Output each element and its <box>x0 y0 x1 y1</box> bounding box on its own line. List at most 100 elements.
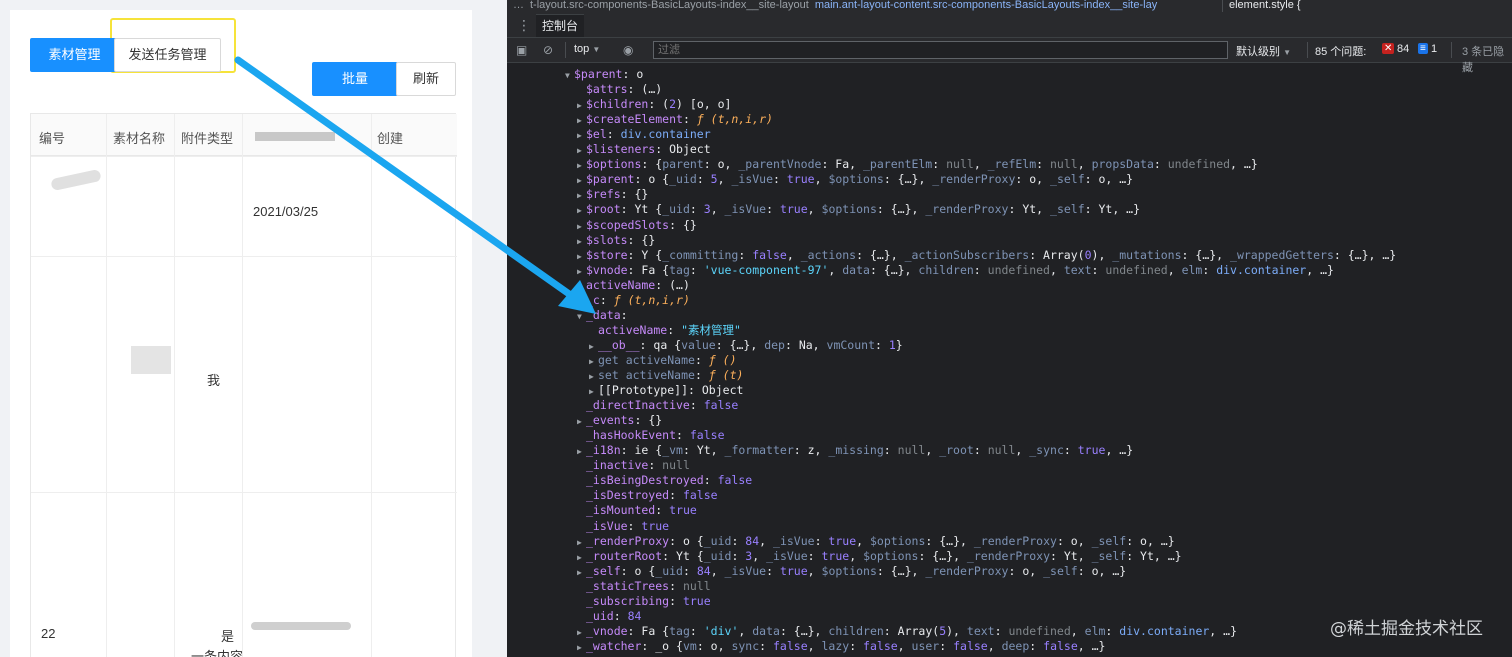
col-divider <box>174 114 175 657</box>
collapsed-triangle-icon[interactable]: ▶ <box>577 535 586 550</box>
console-object-property[interactable]: ▶ set activeName: ƒ (t) <box>589 368 743 383</box>
console-object-property[interactable]: ▶ $scopedSlots: {} <box>577 218 697 233</box>
console-object-property[interactable]: ▶ $options: {parent: o, _parentVnode: Fa,… <box>577 157 1258 172</box>
app-panel: 素材管理 发送任务管理 批量 刷新 编号 素材名称 附件类型 创建 2021/0… <box>0 0 507 657</box>
chevron-down-icon: ▼ <box>1283 48 1291 57</box>
property-key: $options <box>586 157 642 172</box>
console-object-property[interactable]: ▶ _c: ƒ (t,n,i,r) <box>577 293 690 308</box>
property-value: {parent: o, _parentVnode: Fa, _parentElm… <box>655 157 1258 172</box>
eye-icon[interactable]: ◉ <box>623 43 633 57</box>
property-value: false <box>682 488 718 503</box>
redaction-mark <box>50 168 102 192</box>
collapsed-triangle-icon[interactable]: ▶ <box>577 188 586 203</box>
console-object-property[interactable]: ▶ _watcher: _o {vm: o, sync: false, lazy:… <box>577 639 1105 654</box>
context-selector[interactable]: top ▼ <box>574 43 600 55</box>
collapsed-triangle-icon[interactable]: ▶ <box>589 369 598 384</box>
more-options-icon[interactable]: ⋮ <box>517 17 531 34</box>
log-level-selector[interactable]: 默认级别 ▼ <box>1236 43 1291 59</box>
console-object-property[interactable]: ▶ _i18n: ie {_vm: Yt, _formatter: z, _mis… <box>577 443 1133 458</box>
property-key: $el <box>586 127 607 142</box>
collapsed-triangle-icon[interactable]: ▶ <box>589 384 598 399</box>
console-object-property[interactable]: ▶ [[Prototype]]: Object <box>589 383 743 398</box>
material-table: 编号 素材名称 附件类型 创建 2021/03/25 我 22 是 一条内容 <box>30 113 457 657</box>
collapsed-triangle-icon[interactable]: ▶ <box>577 625 586 640</box>
collapsed-triangle-icon[interactable]: ▶ <box>577 128 586 143</box>
collapsed-triangle-icon[interactable]: ▶ <box>577 158 586 173</box>
console-object-property[interactable]: ▶ $parent: o {_uid: 5, _isVue: true, $opt… <box>577 172 1133 187</box>
refresh-button[interactable]: 刷新 <box>396 62 456 96</box>
collapsed-triangle-icon[interactable]: ▶ <box>589 339 598 354</box>
console-object-property[interactable]: ▶ _self: o {_uid: 84, _isVue: true, $opti… <box>577 564 1126 579</box>
table-row-date: 2021/03/25 <box>253 204 319 219</box>
collapsed-triangle-icon[interactable]: ▶ <box>577 565 586 580</box>
breadcrumb-more[interactable]: … <box>513 0 524 11</box>
col-divider <box>371 114 372 657</box>
property-key: $vnode <box>586 262 628 277</box>
collapsed-triangle-icon[interactable]: ▶ <box>577 249 586 264</box>
tab-send-task-management[interactable]: 发送任务管理 <box>114 38 221 72</box>
property-value: Yt {_uid: 3, _isVue: true, $options: {…}… <box>634 202 1141 217</box>
collapsed-triangle-icon[interactable]: ▶ <box>577 143 586 158</box>
console-object-property[interactable]: ▶ $listeners: Object <box>577 142 711 157</box>
console-object-property: activeName: (…) <box>577 278 690 293</box>
console-object-property[interactable]: ▶ $refs: {} <box>577 187 648 202</box>
console-object-property: _isBeingDestroyed: false <box>577 473 752 488</box>
collapsed-triangle-icon[interactable]: ▶ <box>577 219 586 234</box>
error-count[interactable]: 84 <box>1397 43 1409 55</box>
property-key: _vnode <box>586 623 628 638</box>
breadcrumb-item[interactable]: t-layout.src-components-BasicLayouts-ind… <box>530 0 809 11</box>
clear-console-icon[interactable]: ⊘ <box>543 43 553 57</box>
issues-count[interactable]: 85 个问题: <box>1315 43 1366 59</box>
console-object-property[interactable]: ▶ $el: div.container <box>577 127 711 142</box>
collapsed-triangle-icon[interactable]: ▶ <box>577 414 586 429</box>
collapsed-triangle-icon[interactable]: ▶ <box>577 234 586 249</box>
console-object-property[interactable]: ▶ $children: (2) [o, o] <box>577 97 731 112</box>
collapsed-triangle-icon[interactable]: ▶ <box>577 640 586 655</box>
console-object-property[interactable]: ▶ get activeName: ƒ () <box>589 353 737 368</box>
toolbar-separator <box>565 42 566 58</box>
property-key: set activeName <box>598 368 695 382</box>
tab-material-management[interactable]: 素材管理 <box>30 38 119 72</box>
breadcrumb-item[interactable]: main.ant-layout-content.src-components-B… <box>815 0 1157 11</box>
console-filter-input[interactable] <box>653 41 1228 59</box>
console-object-property[interactable]: ▶ $vnode: Fa {tag: 'vue-component-97', da… <box>577 263 1334 278</box>
collapsed-triangle-icon[interactable]: ▶ <box>577 550 586 565</box>
property-value: ƒ (t,n,i,r) <box>696 112 773 127</box>
collapsed-triangle-icon[interactable]: ▶ <box>577 98 586 113</box>
console-object-property[interactable]: ▼ _data: <box>577 308 634 323</box>
collapsed-triangle-icon[interactable]: ▶ <box>577 264 586 279</box>
console-output: ▼ $parent: o $attrs: (…) ▶ $children: (2) [… <box>507 63 1512 657</box>
property-key: get activeName <box>598 352 695 367</box>
property-value: o {_uid: 5, _isVue: true, $options: {…},… <box>648 172 1134 187</box>
collapsed-triangle-icon[interactable]: ▶ <box>577 203 586 218</box>
collapsed-triangle-icon[interactable]: ▶ <box>577 113 586 128</box>
console-object-property[interactable]: ▶ $store: Y {_committing: false, _actions… <box>577 248 1396 263</box>
batch-button[interactable]: 批量 <box>312 62 398 96</box>
console-object-property[interactable]: ▶ $root: Yt {_uid: 3, _isVue: true, $opti… <box>577 202 1140 217</box>
info-count[interactable]: 1 <box>1431 43 1437 55</box>
collapsed-triangle-icon[interactable]: ▶ <box>577 294 586 309</box>
col-divider <box>106 114 107 657</box>
property-value: true <box>682 593 711 608</box>
property-value: _o {vm: o, sync: false, lazy: false, use… <box>655 638 1106 653</box>
property-value: (2) [o, o] <box>662 97 732 112</box>
console-object-property[interactable]: ▶ _renderProxy: o {_uid: 84, _isVue: true… <box>577 534 1175 549</box>
console-object-property[interactable]: ▶ __ob__: qa {value: {…}, dep: Na, vmCoun… <box>589 338 903 353</box>
collapsed-triangle-icon[interactable]: ▶ <box>577 444 586 459</box>
expanded-triangle-icon[interactable]: ▼ <box>577 309 586 324</box>
property-key: activeName <box>598 322 668 337</box>
property-key: _events <box>586 413 635 428</box>
tab-console[interactable]: 控制台 <box>536 14 585 37</box>
console-object-property[interactable]: ▶ _routerRoot: Yt {_uid: 3, _isVue: true,… <box>577 549 1182 564</box>
console-object-property[interactable]: ▼ $parent: o <box>565 67 643 82</box>
console-object-property[interactable]: ▶ $slots: {} <box>577 233 655 248</box>
collapsed-triangle-icon[interactable]: ▶ <box>577 173 586 188</box>
sidebar-toggle-icon[interactable]: ▣ <box>516 43 527 57</box>
console-object-property[interactable]: ▶ $createElement: ƒ (t,n,i,r) <box>577 112 773 127</box>
console-object-property[interactable]: ▶ _vnode: Fa {tag: 'div', data: {…}, chil… <box>577 624 1237 639</box>
console-object-property[interactable]: ▶ _events: {} <box>577 413 662 428</box>
collapsed-triangle-icon[interactable]: ▶ <box>589 354 598 369</box>
expanded-triangle-icon[interactable]: ▼ <box>565 68 574 83</box>
